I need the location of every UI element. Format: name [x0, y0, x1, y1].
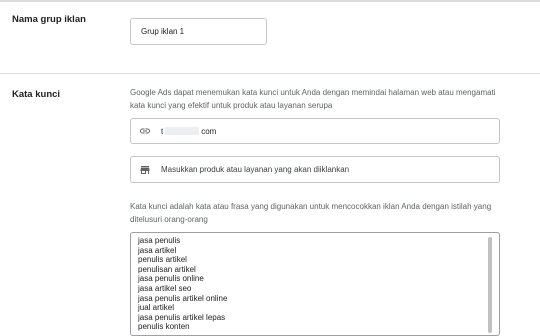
keyword-item: penulis artikel — [138, 255, 187, 265]
website-url-suffix: com — [201, 126, 217, 136]
link-icon — [139, 125, 151, 137]
textarea-scrollbar[interactable] — [488, 237, 492, 333]
redacted-domain — [165, 127, 200, 135]
top-border — [0, 0, 540, 2]
product-service-input[interactable]: Masukkan produk atau layanan yang akan d… — [130, 156, 500, 183]
keyword-item: jasa artikel seo — [138, 283, 192, 293]
keywords-label: Kata kunci — [12, 89, 61, 100]
keyword-item: jasa penulis artikel lepas — [138, 312, 226, 322]
section-divider — [0, 73, 540, 74]
keywords-description: Google Ads dapat menemukan kata kunci un… — [130, 88, 496, 110]
keyword-item: penulis konten — [138, 322, 190, 332]
ad-group-name-input[interactable]: Grup iklan 1 — [130, 18, 267, 45]
ad-group-name-value: Grup iklan 1 — [141, 27, 185, 36]
ad-group-name-label: Nama grup iklan — [12, 14, 86, 25]
store-icon — [139, 164, 151, 176]
website-url-prefix: t — [161, 126, 164, 136]
keyword-item: jual artikel — [138, 303, 175, 313]
keyword-item: jasa penulis artikel online — [138, 293, 228, 303]
keyword-list: jasa penulis jasa artikel penulis artike… — [138, 236, 227, 332]
product-service-placeholder: Masukkan produk atau layanan yang akan d… — [161, 165, 350, 174]
website-url-input[interactable]: t com — [130, 118, 500, 144]
keyword-item: jasa artikel — [138, 245, 177, 255]
keyword-item: penulisan artikel — [138, 264, 196, 274]
keyword-item: jasa penulis online — [138, 274, 204, 284]
keyword-list-description: Kata kunci adalah kata atau frasa yang d… — [130, 202, 492, 224]
keywords-textarea[interactable]: jasa penulis jasa artikel penulis artike… — [130, 232, 500, 336]
keyword-item: jasa penulis — [138, 236, 181, 245]
